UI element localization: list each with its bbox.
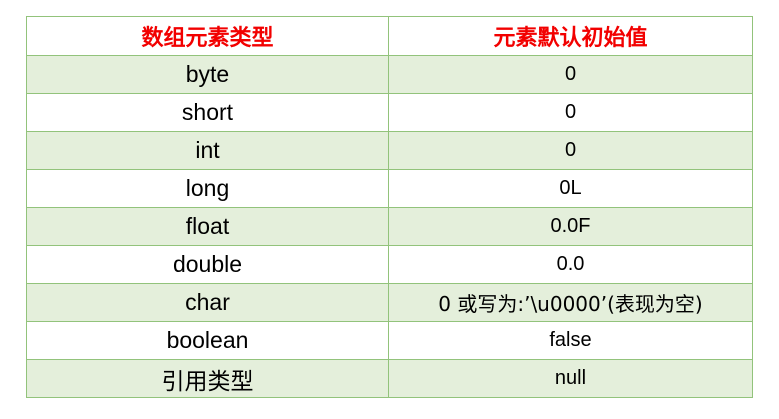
- default-value-cell: 0.0: [388, 245, 753, 284]
- table-row: long 0L: [26, 169, 753, 208]
- default-values-table: 数组元素类型 元素默认初始值 byte 0 short 0 int 0 long…: [26, 16, 753, 398]
- type-cell: int: [26, 131, 389, 170]
- type-cell: byte: [26, 55, 389, 94]
- type-cell: boolean: [26, 321, 389, 360]
- table-row: short 0: [26, 93, 753, 132]
- type-cell: long: [26, 169, 389, 208]
- table-header-row: 数组元素类型 元素默认初始值: [26, 16, 753, 56]
- default-values-table-container: 数组元素类型 元素默认初始值 byte 0 short 0 int 0 long…: [26, 16, 753, 398]
- default-value-cell: false: [388, 321, 753, 360]
- default-value-cell: 0 或写为:’\u0000’(表现为空): [388, 283, 753, 322]
- header-default-value: 元素默认初始值: [388, 16, 753, 56]
- default-value-cell: null: [388, 359, 753, 398]
- default-value-cell: 0: [388, 131, 753, 170]
- type-cell: short: [26, 93, 389, 132]
- default-value-cell: 0L: [388, 169, 753, 208]
- default-value-cell: 0: [388, 93, 753, 132]
- type-cell: float: [26, 207, 389, 246]
- table-row: char 0 或写为:’\u0000’(表现为空): [26, 283, 753, 322]
- type-cell: double: [26, 245, 389, 284]
- type-cell: char: [26, 283, 389, 322]
- header-element-type: 数组元素类型: [26, 16, 389, 56]
- table-row: double 0.0: [26, 245, 753, 284]
- type-cell: 引用类型: [26, 359, 389, 398]
- default-value-cell: 0.0F: [388, 207, 753, 246]
- table-row: int 0: [26, 131, 753, 170]
- table-row: byte 0: [26, 55, 753, 94]
- table-row: float 0.0F: [26, 207, 753, 246]
- table-row: 引用类型 null: [26, 359, 753, 398]
- table-row: boolean false: [26, 321, 753, 360]
- default-value-cell: 0: [388, 55, 753, 94]
